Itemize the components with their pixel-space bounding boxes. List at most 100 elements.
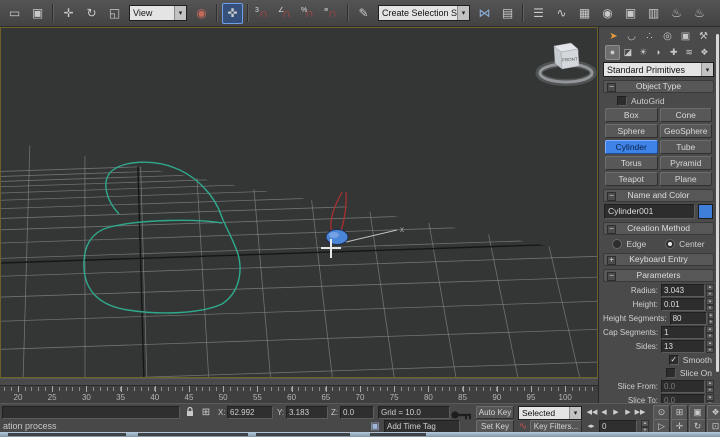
chevron-down-icon[interactable]: ▾ bbox=[174, 6, 186, 20]
x-coord-field[interactable]: 62.992 bbox=[227, 406, 273, 419]
teapot-button[interactable]: Teapot bbox=[605, 172, 658, 186]
z-coord-field[interactable]: 0.0 bbox=[340, 406, 374, 419]
name-color-rollout[interactable]: − Name and Color bbox=[603, 189, 714, 202]
cone-button[interactable]: Cone bbox=[660, 108, 713, 122]
previous-frame-button[interactable]: ◀ bbox=[598, 406, 610, 419]
lock-selection-icon[interactable] bbox=[183, 406, 197, 419]
creation-method-rollout[interactable]: − Creation Method bbox=[603, 222, 714, 235]
panel-scrollbar[interactable] bbox=[716, 34, 719, 372]
windows-taskbar[interactable] bbox=[0, 432, 720, 437]
use-pivot-center-icon[interactable]: ◉ bbox=[191, 3, 212, 24]
expand-icon[interactable]: + bbox=[607, 256, 616, 265]
zoom-icon[interactable]: ⊙ bbox=[653, 405, 670, 420]
track-bar[interactable]: 20253035404550556065707580859095100 bbox=[0, 378, 598, 403]
spinner-arrows[interactable]: ▲▼ bbox=[706, 326, 714, 339]
category-lights-icon[interactable]: ☀ bbox=[636, 45, 651, 60]
go-to-end-button[interactable]: ▶▶ bbox=[634, 406, 646, 419]
object-type-rollout[interactable]: − Object Type bbox=[603, 80, 714, 93]
schematic-view-icon[interactable]: ▦ bbox=[574, 3, 595, 24]
perspective-viewport[interactable]: xFRONT bbox=[0, 27, 598, 378]
category-helpers-icon[interactable]: ✚ bbox=[666, 45, 681, 60]
collapse-icon[interactable]: − bbox=[607, 225, 616, 234]
select-scale-icon[interactable]: ◱ bbox=[104, 3, 125, 24]
mirror-icon[interactable]: ⋈ bbox=[474, 3, 495, 24]
smooth-checkbox[interactable] bbox=[669, 355, 679, 365]
snap-toggle-3d-icon[interactable]: ∩3 bbox=[253, 3, 274, 24]
auto-key-button[interactable]: Auto Key bbox=[476, 406, 514, 419]
chevron-down-icon[interactable]: ▾ bbox=[569, 407, 581, 419]
category-cameras-icon[interactable]: ◗ bbox=[651, 45, 666, 60]
select-region-rect-icon[interactable]: ▭ bbox=[4, 3, 25, 24]
radio-icon[interactable] bbox=[612, 239, 622, 249]
select-region-window-icon[interactable]: ▣ bbox=[27, 3, 48, 24]
zoom-extents-icon[interactable]: ▣ bbox=[689, 405, 706, 420]
taskbar-button[interactable] bbox=[8, 433, 126, 436]
slice-on-checkbox[interactable] bbox=[666, 368, 676, 378]
go-to-start-button[interactable]: ◀◀ bbox=[586, 406, 598, 419]
taskbar-button[interactable] bbox=[370, 433, 426, 436]
selection-filter-dropdown[interactable]: Selected ▾ bbox=[518, 406, 582, 420]
zoom-extents-all-icon[interactable]: ❖ bbox=[707, 405, 720, 420]
tab-display[interactable]: ▣ bbox=[677, 29, 694, 45]
parameters-rollout[interactable]: − Parameters bbox=[603, 269, 714, 282]
collapse-icon[interactable]: − bbox=[607, 272, 616, 281]
keyboard-entry-rollout[interactable]: + Keyboard Entry bbox=[603, 253, 714, 266]
autogrid-checkbox[interactable] bbox=[617, 96, 627, 106]
box-button[interactable]: Box bbox=[605, 108, 658, 122]
material-editor-icon[interactable]: ◉ bbox=[597, 3, 618, 24]
tube-button[interactable]: Tube bbox=[660, 140, 713, 154]
select-move-icon[interactable]: ✛ bbox=[58, 3, 79, 24]
reference-coordinate-dropdown[interactable]: View▾ bbox=[129, 5, 187, 21]
cylinder-button[interactable]: Cylinder bbox=[605, 140, 658, 154]
chevron-down-icon[interactable]: ▾ bbox=[457, 6, 469, 20]
next-frame-button[interactable]: ▶ bbox=[622, 406, 634, 419]
zoom-all-icon[interactable]: ⊞ bbox=[671, 405, 688, 420]
tab-utilities[interactable]: ⚒ bbox=[695, 29, 712, 45]
tab-create[interactable]: ➤ bbox=[605, 29, 622, 45]
param-field[interactable]: 3.043 bbox=[661, 284, 705, 297]
category-geometry-icon[interactable]: ● bbox=[605, 45, 620, 60]
object-name-field[interactable]: Cylinder001 bbox=[604, 204, 695, 219]
spinner-arrows[interactable]: ▲▼ bbox=[706, 340, 714, 353]
render-production-icon[interactable]: ♨ bbox=[666, 3, 687, 24]
param-field[interactable]: 0.01 bbox=[661, 298, 705, 311]
absolute-mode-icon[interactable]: ⊞ bbox=[199, 406, 213, 419]
select-and-manipulate-icon[interactable]: ✜ bbox=[222, 3, 243, 24]
spinner-arrows[interactable]: ▲▼ bbox=[708, 312, 715, 325]
percent-snap-icon[interactable]: ∩% bbox=[299, 3, 320, 24]
time-slider-track[interactable] bbox=[0, 379, 598, 386]
render-setup-icon[interactable]: ▣ bbox=[620, 3, 641, 24]
tab-motion[interactable]: ◎ bbox=[659, 29, 676, 45]
select-rotate-icon[interactable]: ↻ bbox=[81, 3, 102, 24]
tab-hierarchy[interactable]: ∴ bbox=[641, 29, 658, 45]
param-field[interactable]: 80 bbox=[670, 312, 707, 325]
render-iterative-icon[interactable]: ♨ bbox=[689, 3, 710, 24]
plane-button[interactable]: Plane bbox=[660, 172, 713, 186]
object-color-swatch[interactable] bbox=[698, 204, 713, 219]
param-field[interactable]: 1 bbox=[661, 326, 705, 339]
category-space-warps-icon[interactable]: ≋ bbox=[682, 45, 697, 60]
play-button[interactable]: ▶ bbox=[610, 406, 622, 419]
radio-icon[interactable] bbox=[665, 239, 675, 249]
layer-manager-icon[interactable]: ☰ bbox=[528, 3, 549, 24]
spinner-arrows[interactable]: ▲▼ bbox=[706, 380, 714, 393]
creation-method-center[interactable]: Center bbox=[665, 239, 705, 249]
torus-button[interactable]: Torus bbox=[605, 156, 658, 170]
edit-named-selection-sets-icon[interactable]: ✎ bbox=[353, 3, 374, 24]
param-field[interactable]: 0.0 bbox=[661, 380, 705, 393]
taskbar-button[interactable] bbox=[138, 433, 248, 436]
rendered-frame-icon[interactable]: ▥ bbox=[643, 3, 664, 24]
creation-method-edge[interactable]: Edge bbox=[612, 239, 646, 249]
chevron-down-icon[interactable]: ▾ bbox=[701, 63, 713, 76]
category-systems-icon[interactable]: ❖ bbox=[697, 45, 712, 60]
taskbar-button[interactable] bbox=[256, 433, 350, 436]
category-shapes-icon[interactable]: ◪ bbox=[620, 45, 635, 60]
angle-snap-icon[interactable]: ∩∠ bbox=[276, 3, 297, 24]
named-selection-set-dropdown[interactable]: Create Selection Se▾ bbox=[378, 5, 470, 21]
curve-editor-icon[interactable]: ∿ bbox=[551, 3, 572, 24]
geosphere-button[interactable]: GeoSphere bbox=[660, 124, 713, 138]
tab-modify[interactable]: ◡ bbox=[623, 29, 640, 45]
collapse-icon[interactable]: − bbox=[607, 83, 616, 92]
y-coord-field[interactable]: 3.183 bbox=[286, 406, 328, 419]
spinner-snap-icon[interactable]: ∩≡ bbox=[322, 3, 343, 24]
